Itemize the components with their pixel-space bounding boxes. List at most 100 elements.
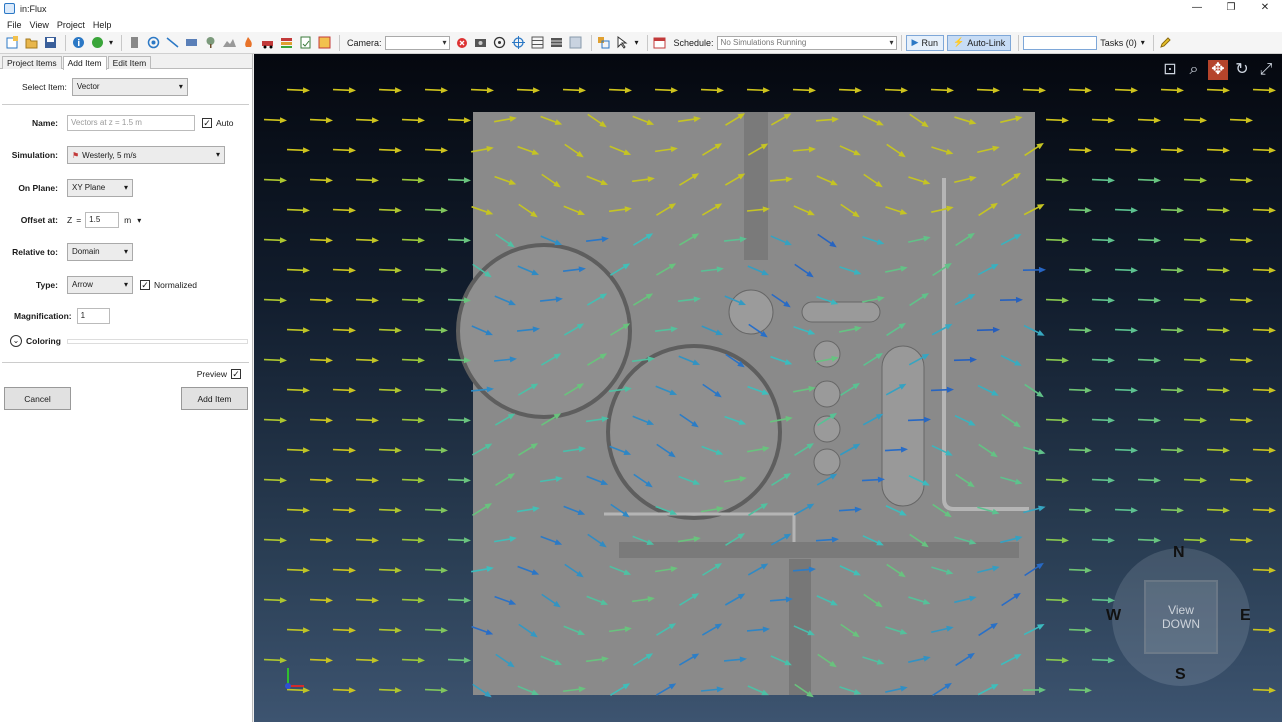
vector-arrowhead — [440, 507, 448, 514]
compass-south[interactable]: S — [1175, 666, 1186, 684]
vector-arrowhead — [1153, 537, 1161, 544]
normalized-checkbox[interactable]: ✓ — [140, 280, 150, 290]
select-item-dropdown[interactable]: Vector — [71, 78, 188, 96]
menu-view[interactable]: View — [26, 20, 53, 30]
view-label: View — [1168, 603, 1194, 617]
vector-arrowhead — [279, 237, 287, 244]
tasks-dropdown-icon[interactable]: ▾ — [1140, 35, 1146, 51]
save-icon[interactable] — [42, 35, 58, 51]
info-icon[interactable] — [70, 35, 86, 51]
offset-input[interactable]: 1.5 — [85, 212, 120, 228]
cancel-button[interactable]: Cancel — [4, 387, 71, 410]
delete-camera-icon[interactable] — [454, 35, 470, 51]
status-icon[interactable] — [89, 35, 105, 51]
building-icon[interactable] — [126, 35, 142, 51]
pointer-dropdown-icon[interactable]: ▾ — [634, 35, 640, 51]
fullscreen-icon[interactable]: ⤢ — [1256, 60, 1276, 80]
maximize-button[interactable]: ❐ — [1214, 0, 1248, 17]
unit-dropdown-icon[interactable]: ▾ — [137, 216, 141, 225]
horizontal-vessel — [801, 301, 881, 323]
tab-project-items[interactable]: Project Items — [2, 56, 62, 69]
tree-icon[interactable] — [202, 35, 218, 51]
tab-add-item[interactable]: Add Item — [62, 56, 107, 70]
view-compass[interactable]: N S W E View DOWN — [1106, 544, 1251, 686]
add-item-button[interactable]: Add Item — [181, 387, 248, 410]
type-dropdown[interactable]: Arrow — [67, 276, 133, 294]
dropdown-arrow-icon[interactable]: ▾ — [108, 35, 114, 51]
pan-icon[interactable]: ✥ — [1208, 60, 1228, 80]
line-icon[interactable] — [164, 35, 180, 51]
target-icon[interactable] — [145, 35, 161, 51]
screenshot-icon[interactable] — [473, 35, 489, 51]
camera-select[interactable] — [384, 35, 450, 50]
vector-arrowhead — [670, 87, 678, 94]
compass-north[interactable]: N — [1173, 544, 1185, 562]
compass-east[interactable]: E — [1240, 607, 1251, 625]
vector-arrowhead — [1153, 237, 1161, 244]
vector-arrowhead — [1199, 537, 1207, 544]
tasks-label[interactable]: Tasks (0) — [1100, 38, 1137, 48]
vector-arrowhead — [463, 417, 471, 424]
relative-to-dropdown[interactable]: Domain — [67, 243, 133, 261]
view-cube[interactable]: View DOWN — [1144, 580, 1218, 654]
vector-arrowhead — [1107, 537, 1115, 544]
vector-arrowhead — [440, 267, 448, 274]
vector-arrowhead — [417, 597, 425, 604]
close-button[interactable]: ✕ — [1248, 0, 1282, 17]
new-project-icon[interactable] — [4, 35, 20, 51]
tab-edit-item[interactable]: Edit Item — [107, 56, 152, 69]
on-plane-dropdown[interactable]: XY Plane — [67, 179, 133, 197]
terrain-icon[interactable] — [221, 35, 237, 51]
normalized-label: Normalized — [154, 280, 197, 290]
car-icon[interactable] — [259, 35, 275, 51]
rotate-icon[interactable]: ↻ — [1232, 60, 1252, 80]
pointer-icon[interactable] — [615, 35, 631, 51]
vector-arrowhead — [371, 297, 379, 304]
fire-icon[interactable] — [240, 35, 256, 51]
layers-icon[interactable] — [278, 35, 294, 51]
menu-project[interactable]: Project — [53, 20, 89, 30]
auto-link-button[interactable]: ⚡ Auto-Link — [946, 34, 1012, 51]
vector-arrowhead — [371, 117, 379, 124]
coloring-expand-icon[interactable]: ⌄ — [10, 335, 22, 347]
vector-arrowhead — [1061, 237, 1069, 244]
box-icon[interactable] — [183, 35, 199, 51]
vector-arrowhead — [394, 87, 402, 94]
zoom-region-icon[interactable]: ⊡ — [1160, 60, 1180, 80]
export-icon[interactable] — [316, 35, 332, 51]
preview-checkbox[interactable]: ✓ — [231, 369, 241, 379]
3d-viewport[interactable]: ⊡ ⌕ ✥ ↻ ⤢ N S W E View DOWN — [254, 54, 1282, 722]
menu-file[interactable]: File — [3, 20, 26, 30]
move-tool-icon[interactable] — [596, 35, 612, 51]
orbit-icon[interactable] — [492, 35, 508, 51]
vector-arrowhead — [394, 327, 402, 334]
vector-arrowhead — [325, 597, 333, 604]
vector-arrowhead — [394, 507, 402, 514]
vector-arrowhead — [440, 627, 448, 634]
center-icon[interactable] — [511, 35, 527, 51]
auto-checkbox[interactable]: ✓ — [202, 118, 212, 128]
vector-arrowhead — [1222, 507, 1230, 514]
name-input[interactable]: Vectors at z = 1.5 m — [67, 115, 195, 131]
run-button[interactable]: ▶ Run — [905, 34, 944, 51]
compass-west[interactable]: W — [1106, 607, 1121, 625]
offset-label: Offset at: — [20, 215, 58, 225]
select-item-label: Select Item: — [22, 82, 67, 92]
open-folder-icon[interactable] — [23, 35, 39, 51]
simulation-dropdown[interactable]: ⚑ Westerly, 5 m/s — [67, 146, 225, 164]
vector-arrowhead — [1245, 537, 1253, 544]
grid-icon[interactable] — [530, 35, 546, 51]
minimize-button[interactable]: — — [1180, 0, 1214, 17]
report-icon[interactable] — [297, 35, 313, 51]
panel-icon[interactable] — [568, 35, 584, 51]
table-icon[interactable] — [549, 35, 565, 51]
zoom-icon[interactable]: ⌕ — [1184, 60, 1204, 80]
pencil-icon[interactable] — [1158, 35, 1174, 51]
schedule-select[interactable]: No Simulations Running — [716, 35, 897, 50]
vector-arrowhead — [1061, 657, 1069, 664]
offset-unit: m — [124, 215, 132, 225]
toolbar-search-input[interactable] — [1023, 35, 1098, 50]
magnification-input[interactable]: 1 — [76, 308, 110, 324]
menu-help[interactable]: Help — [89, 20, 116, 30]
coloring-label[interactable]: Coloring — [26, 336, 61, 346]
